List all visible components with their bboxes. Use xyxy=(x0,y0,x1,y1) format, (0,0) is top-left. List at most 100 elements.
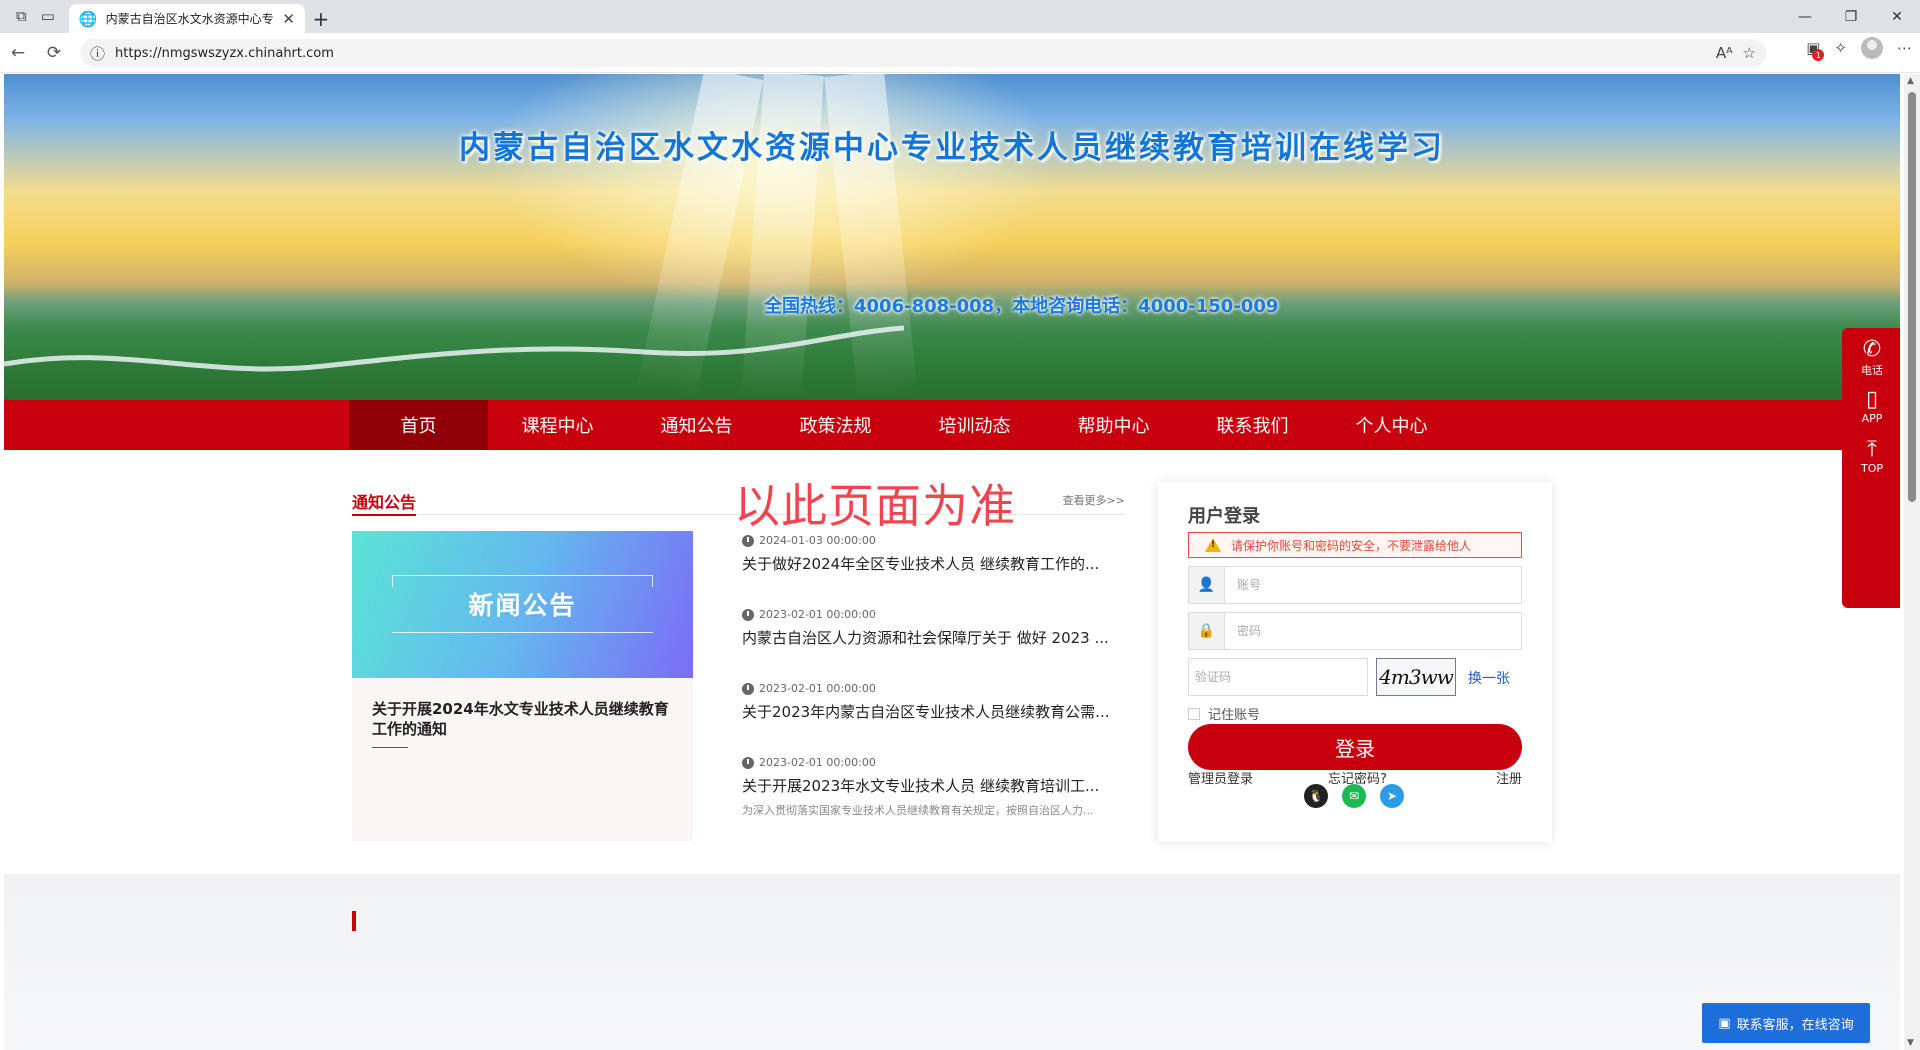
register-link[interactable]: 注册 xyxy=(1496,768,1522,787)
back-icon[interactable]: ← xyxy=(0,35,36,71)
page-viewport: 内蒙古自治区水文水资源中心专业技术人员继续教育培训在线学习 全国热线：4006-… xyxy=(4,74,1900,1050)
chat-label: 联系客服，在线咨询 xyxy=(1736,1017,1854,1033)
url-text[interactable]: https://nmgswszyzx.chinahrt.com xyxy=(115,46,1706,61)
header-banner: 内蒙古自治区水文水资源中心专业技术人员继续教育培训在线学习 全国热线：4006-… xyxy=(4,74,1900,400)
page-scrollbar[interactable]: ▲ ▼ xyxy=(1904,74,1920,1050)
remember-label: 记住账号 xyxy=(1208,708,1261,723)
clock-icon xyxy=(742,534,754,547)
notice-date: 2024-01-03 00:00:00 xyxy=(759,534,876,547)
nav-item-help[interactable]: 帮助中心 xyxy=(1044,400,1183,450)
main-nav: 首页 课程中心 通知公告 政策法规 培训动态 帮助中心 联系我们 个人中心 xyxy=(4,400,1900,450)
list-item[interactable]: 2023-02-01 00:00:00 内蒙古自治区人力资源和社会保障厅关于 做… xyxy=(742,608,1132,648)
side-phone[interactable]: ✆ 电话 xyxy=(1842,338,1900,378)
scroll-thumb[interactable] xyxy=(1908,92,1916,502)
qq-icon[interactable]: 🐧 xyxy=(1304,784,1328,808)
side-top[interactable]: ⤒ TOP xyxy=(1842,437,1900,476)
nav-item-personal[interactable]: 个人中心 xyxy=(1322,400,1461,450)
browser-tab[interactable]: 🌐 内蒙古自治区水文水资源中心专业 ✕ xyxy=(68,4,305,33)
lower-section xyxy=(4,874,1900,1050)
notices-section-title[interactable]: 通知公告 xyxy=(352,489,417,516)
password-field[interactable]: 🔒 xyxy=(1188,612,1522,650)
chat-icon: ▣ xyxy=(1718,1015,1731,1031)
phone-icon: ✆ xyxy=(1862,337,1882,362)
captcha-input[interactable] xyxy=(1189,659,1367,695)
side-app-label: APP xyxy=(1861,412,1883,425)
admin-login-link[interactable]: 管理员登录 xyxy=(1188,768,1253,787)
more-link[interactable]: 查看更多>> xyxy=(1063,492,1125,508)
read-aloud-icon[interactable]: Aᴬ xyxy=(1716,44,1733,62)
minimize-icon[interactable]: — xyxy=(1782,0,1828,33)
featured-notice-title[interactable]: 关于开展2024年水文专业技术人员继续教育工作的通知 xyxy=(372,699,672,739)
puzzle-extensions-icon[interactable]: ✧ xyxy=(1834,39,1847,57)
browser-window: ⧉ ▭ 🌐 内蒙古自治区水文水资源中心专业 ✕ + — ❐ ✕ ← ⟳ ⓘ ht… xyxy=(0,0,1920,1050)
scroll-down-icon[interactable]: ▼ xyxy=(1907,1038,1914,1048)
arrow-up-icon: ⤒ xyxy=(1867,437,1877,462)
new-tab-button[interactable]: + xyxy=(305,4,337,33)
login-panel: 用户登录 请保护你账号和密码的安全，不要泄露给他人 👤 🔒 4m3ww 换一张 … xyxy=(1158,482,1552,842)
url-field[interactable]: ⓘ https://nmgswszyzx.chinahrt.com Aᴬ ☆ xyxy=(80,39,1766,67)
nav-item-courses[interactable]: 课程中心 xyxy=(488,400,627,450)
clock-icon xyxy=(742,682,754,695)
hotline-text: 全国热线：4006-808-008，本地咨询电话：4000-150-009 xyxy=(764,296,1279,317)
login-title: 用户登录 xyxy=(1188,506,1260,527)
wechat-icon[interactable]: ✉ xyxy=(1342,784,1366,808)
globe-icon: 🌐 xyxy=(78,9,98,28)
list-item[interactable]: 2023-02-01 00:00:00 关于开展2023年水文专业技术人员 继续… xyxy=(742,756,1132,818)
profile-avatar[interactable] xyxy=(1861,37,1883,59)
section-marker xyxy=(352,911,356,931)
restore-icon[interactable]: ❐ xyxy=(1828,0,1874,33)
featured-notice-card[interactable]: 新闻公告 关于开展2024年水文专业技术人员继续教育工作的通知 xyxy=(352,531,693,841)
notice-title[interactable]: 内蒙古自治区人力资源和社会保障厅关于 做好 2023 ... xyxy=(742,627,1132,648)
close-tab-icon[interactable]: ✕ xyxy=(282,10,295,28)
site-info-icon[interactable]: ⓘ xyxy=(90,43,105,64)
password-input[interactable] xyxy=(1225,613,1521,649)
captcha-image[interactable]: 4m3ww xyxy=(1376,658,1456,696)
social-login: 🐧 ✉ ➤ xyxy=(1304,784,1404,808)
remember-checkbox[interactable] xyxy=(1188,707,1200,720)
notice-date: 2023-02-01 00:00:00 xyxy=(759,608,876,621)
account-input[interactable] xyxy=(1225,567,1521,603)
workspaces-icon[interactable]: ⧉ xyxy=(16,7,27,25)
scroll-up-icon[interactable]: ▲ xyxy=(1907,76,1914,86)
captcha-field[interactable] xyxy=(1188,658,1368,696)
notice-date: 2023-02-01 00:00:00 xyxy=(759,756,876,769)
favorite-star-icon[interactable]: ☆ xyxy=(1743,44,1756,62)
lock-icon: 🔒 xyxy=(1189,613,1225,649)
notification-badge: 1 xyxy=(1812,49,1825,61)
clock-icon xyxy=(742,756,754,769)
nav-item-notices[interactable]: 通知公告 xyxy=(627,400,766,450)
list-item[interactable]: 2023-02-01 00:00:00 关于2023年内蒙古自治区专业技术人员继… xyxy=(742,682,1132,722)
featured-image-label: 新闻公告 xyxy=(468,591,577,620)
clock-icon xyxy=(742,608,754,621)
captcha-refresh-link[interactable]: 换一张 xyxy=(1468,668,1510,688)
online-chat-button[interactable]: ▣ 联系客服，在线咨询 xyxy=(1702,1003,1870,1043)
login-button[interactable]: 登录 xyxy=(1188,724,1522,770)
extensions-badge-icon[interactable]: ▣ 1 xyxy=(1806,39,1825,61)
nav-item-training-news[interactable]: 培训动态 xyxy=(905,400,1044,450)
side-phone-label: 电话 xyxy=(1861,364,1883,377)
refresh-icon[interactable]: ⟳ xyxy=(36,35,72,71)
nav-item-contact[interactable]: 联系我们 xyxy=(1183,400,1322,450)
list-item[interactable]: 2024-01-03 00:00:00 关于做好2024年全区专业技术人员 继续… xyxy=(742,534,1132,574)
account-field[interactable]: 👤 xyxy=(1188,566,1522,604)
vertical-tabs-icon[interactable]: ▭ xyxy=(41,7,55,25)
featured-image-frame: 新闻公告 xyxy=(392,575,653,633)
side-app[interactable]: ▯ APP xyxy=(1842,387,1900,426)
remember-account[interactable]: 记住账号 xyxy=(1188,704,1260,723)
featured-image[interactable]: 新闻公告 xyxy=(352,531,693,678)
mobile-icon: ▯ xyxy=(1865,387,1879,412)
nav-item-home[interactable]: 首页 xyxy=(349,400,488,450)
window-controls: — ❐ ✕ xyxy=(1782,0,1920,33)
side-top-label: TOP xyxy=(1860,462,1883,475)
warning-text: 请保护你账号和密码的安全，不要泄露给他人 xyxy=(1231,538,1472,553)
notice-title[interactable]: 关于做好2024年全区专业技术人员 继续教育工作的... xyxy=(742,553,1132,574)
tab-title: 内蒙古自治区水文水资源中心专业 xyxy=(105,12,275,26)
notice-title[interactable]: 关于2023年内蒙古自治区专业技术人员继续教育公需... xyxy=(742,701,1132,722)
warning-icon xyxy=(1205,538,1221,552)
notice-title[interactable]: 关于开展2023年水文专业技术人员 继续教育培训工... xyxy=(742,775,1132,796)
other-login-icon[interactable]: ➤ xyxy=(1380,784,1404,808)
close-window-icon[interactable]: ✕ xyxy=(1874,0,1920,33)
nav-item-policies[interactable]: 政策法规 xyxy=(766,400,905,450)
more-menu-icon[interactable]: ⋯ xyxy=(1897,39,1912,57)
notice-summary: 为深入贯彻落实国家专业技术人员继续教育有关规定，按照自治区人力... xyxy=(742,804,1094,817)
